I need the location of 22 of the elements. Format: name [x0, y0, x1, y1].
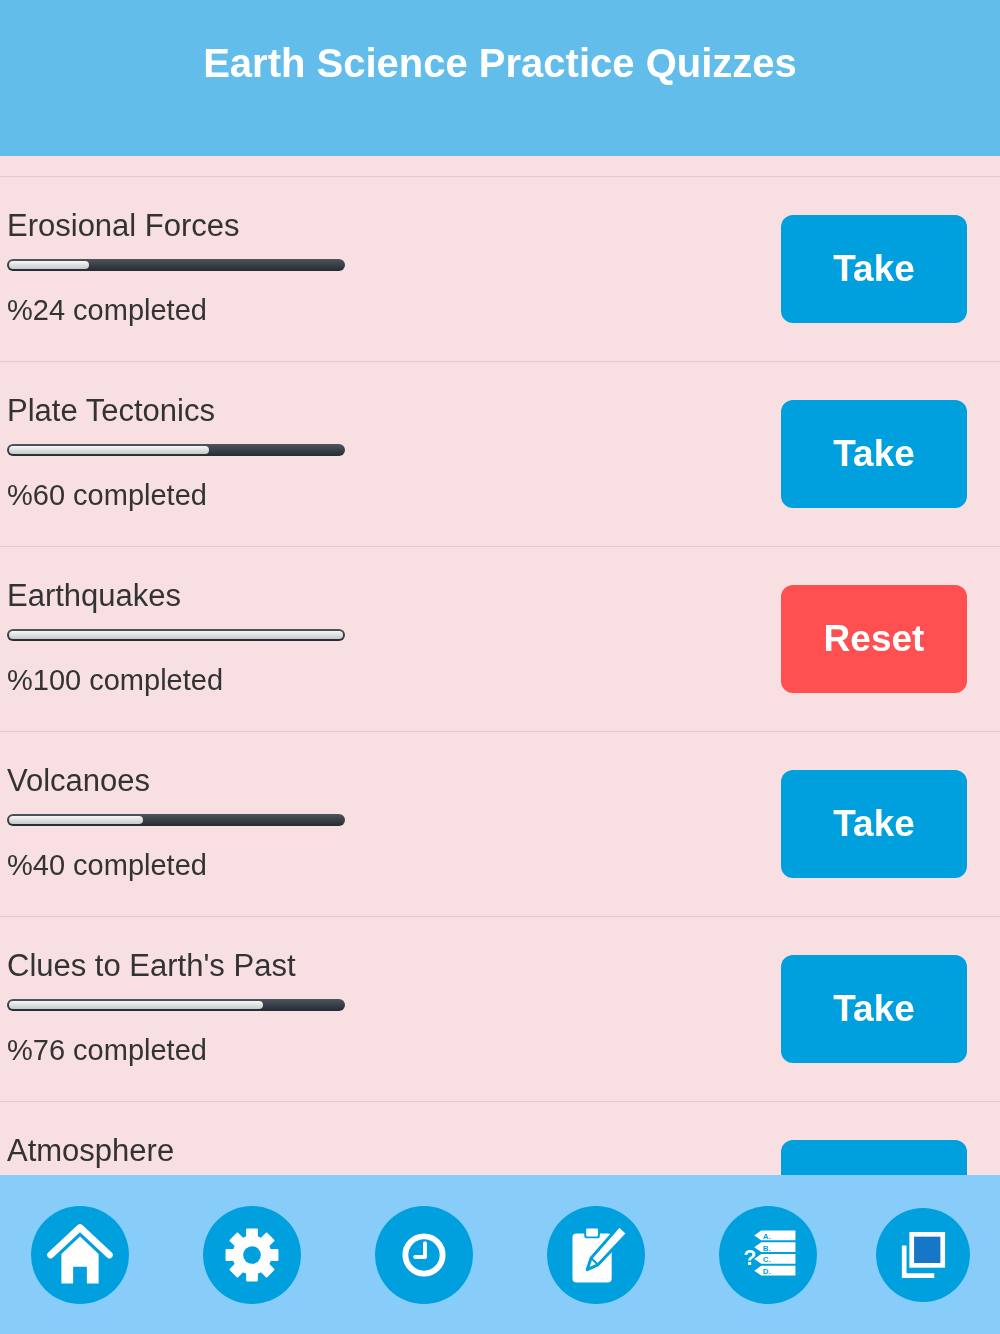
take-button[interactable]: Take — [781, 215, 967, 323]
progress-text: %24 completed — [7, 293, 207, 328]
quiz-title: Erosional Forces — [7, 207, 240, 245]
settings-icon[interactable] — [203, 1205, 301, 1304]
progress-text: %100 completed — [7, 663, 224, 698]
reset-button[interactable]: Reset — [781, 585, 967, 693]
copy-icon[interactable] — [876, 1207, 970, 1302]
progress-text: %40 completed — [7, 848, 207, 883]
quiz-title: Earthquakes — [7, 577, 182, 615]
take-button[interactable]: Take — [781, 955, 967, 1063]
quiz-title: Atmosphere — [7, 1132, 175, 1170]
take-button[interactable]: Take — [781, 770, 967, 878]
quiz-title: Plate Tectonics — [7, 392, 215, 430]
progress-text: %76 completed — [7, 1033, 207, 1068]
home-icon[interactable] — [31, 1205, 129, 1304]
progress-text: %60 completed — [7, 478, 207, 513]
quiz-title: Volcanoes — [7, 762, 151, 800]
quiz-title: Clues to Earth's Past — [7, 947, 296, 985]
clipboard-pencil-icon[interactable] — [547, 1205, 645, 1304]
clock-icon[interactable] — [375, 1205, 473, 1304]
screen-title: Earth Science Practice Quizzes — [203, 40, 797, 87]
take-button[interactable]: Take — [781, 400, 967, 508]
